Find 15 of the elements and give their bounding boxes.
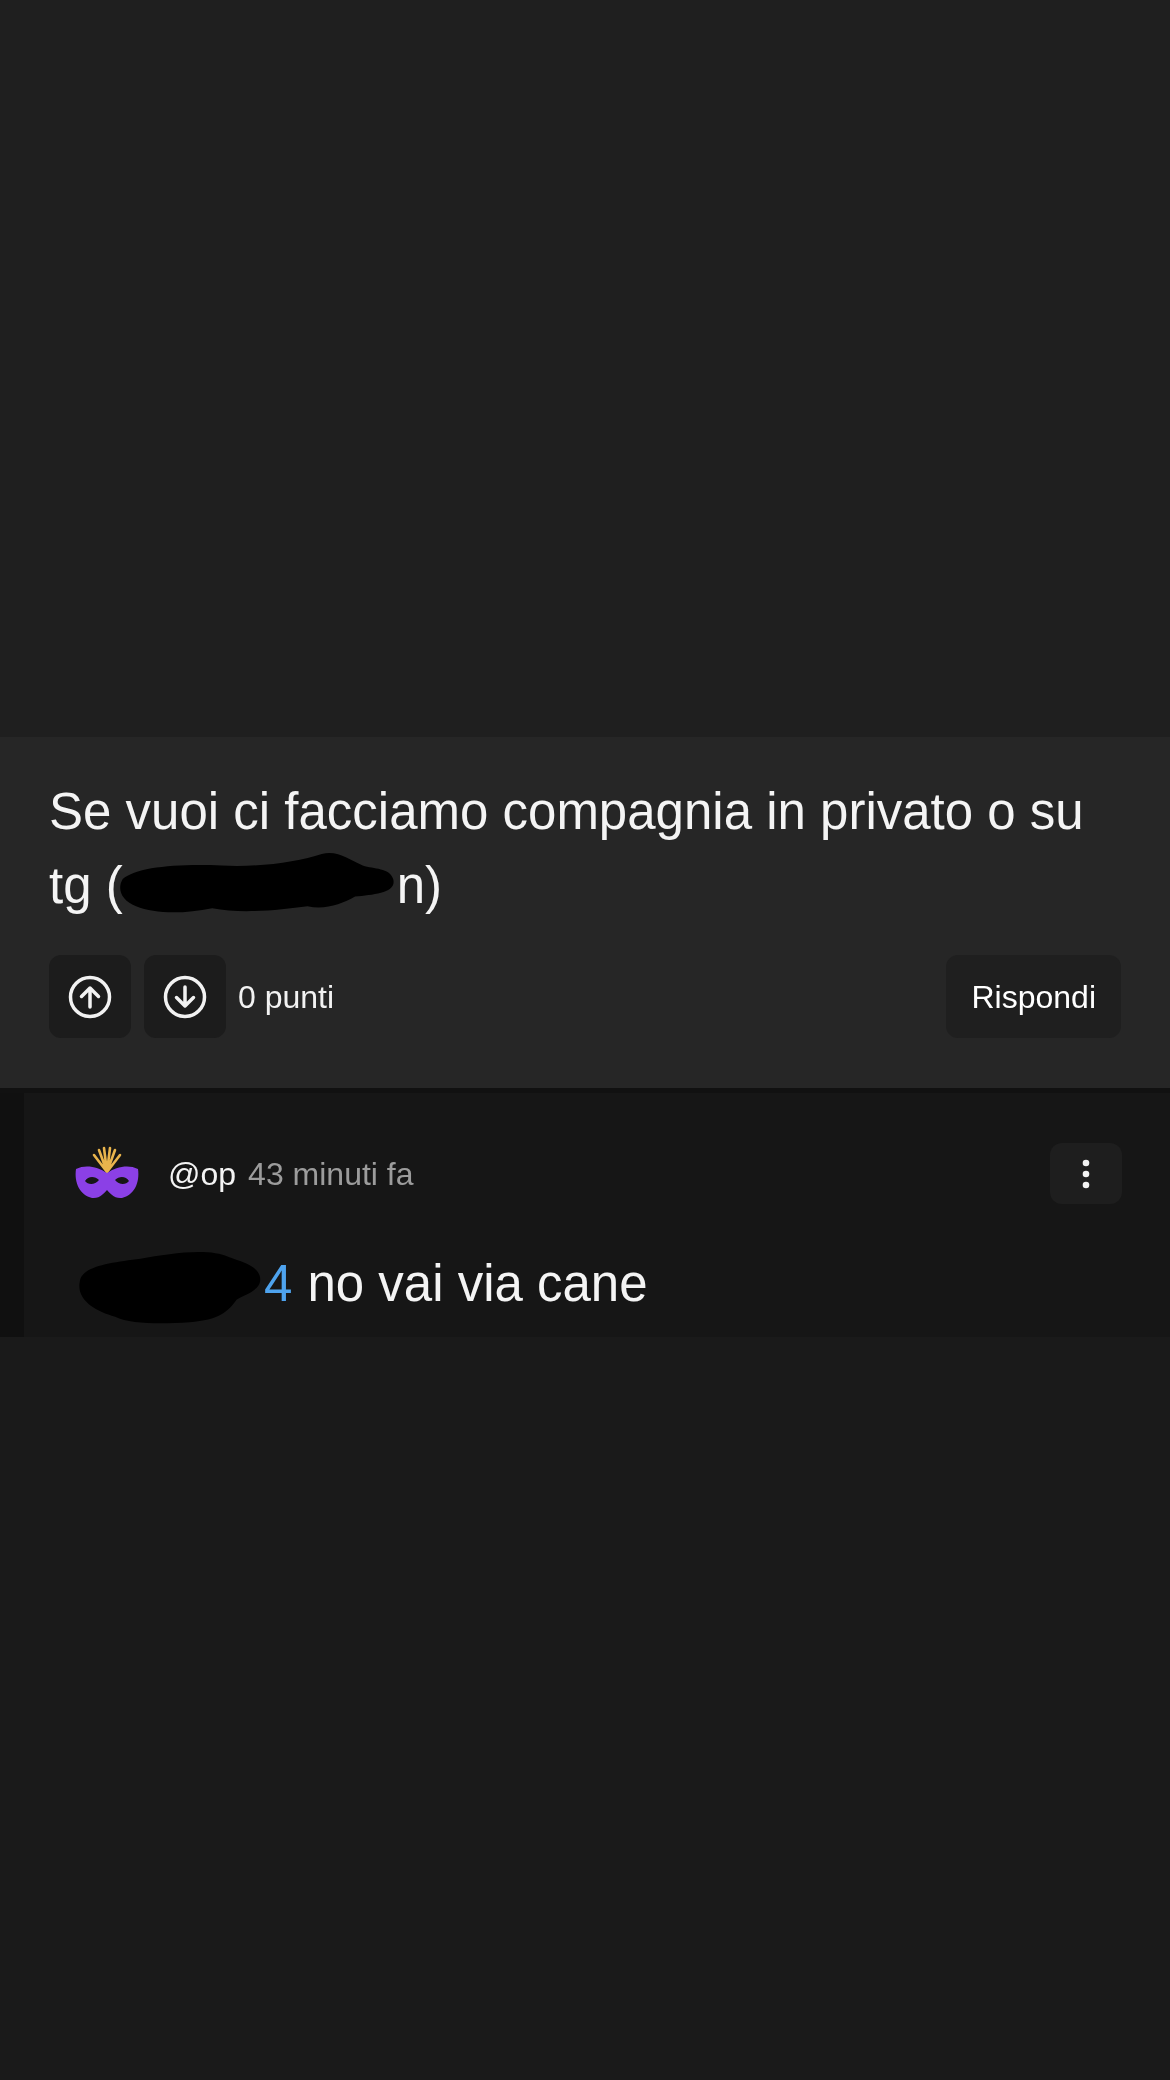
vote-score: 0 punti xyxy=(238,977,335,1017)
down-arrow-circle-icon xyxy=(163,974,207,1019)
reply-button[interactable]: Rispondi xyxy=(946,955,1121,1038)
author-name[interactable]: @op xyxy=(168,1149,237,1198)
upvote-button[interactable] xyxy=(49,955,131,1038)
comment-text: tg ( xyxy=(49,856,123,916)
more-options-button[interactable] xyxy=(1050,1143,1122,1204)
comment-text: n) xyxy=(396,856,443,916)
up-arrow-circle-icon xyxy=(68,974,112,1019)
comment-text: no vai via cane xyxy=(307,1254,648,1314)
downvote-button[interactable] xyxy=(144,955,226,1038)
timestamp: 43 minuti fa xyxy=(248,1154,414,1194)
comment-text: Se vuoi ci facciamo compagnia in privato o su xyxy=(49,782,1084,842)
vertical-dots-icon xyxy=(1082,1158,1090,1189)
user-mention-link[interactable]: 4 xyxy=(264,1247,293,1321)
